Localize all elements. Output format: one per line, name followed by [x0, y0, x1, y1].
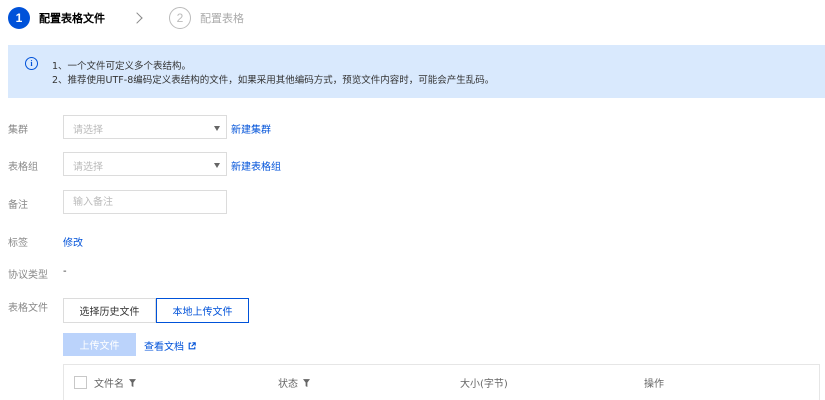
cluster-select-placeholder: 请选择: [73, 125, 103, 136]
column-filename: 文件名: [94, 375, 136, 390]
protocol-value: -: [63, 266, 67, 277]
remark-label: 备注: [8, 200, 28, 211]
protocol-label: 协议类型: [8, 270, 48, 281]
new-cluster-link[interactable]: 新建集群: [231, 121, 271, 136]
view-docs-link[interactable]: 查看文档: [144, 338, 196, 353]
file-table: 文件名 状态 大小(字节) 操作: [63, 364, 820, 400]
tab-local-upload[interactable]: 本地上传文件: [156, 298, 249, 323]
column-size-label: 大小(字节): [460, 379, 508, 390]
tags-label: 标签: [8, 238, 28, 249]
upload-file-button[interactable]: 上传文件: [63, 333, 136, 356]
step-2-number: 2: [169, 7, 191, 29]
select-all-checkbox[interactable]: [74, 376, 87, 389]
filter-icon[interactable]: [129, 378, 136, 387]
notice-line-2: 2、推荐使用UTF-8编码定义表结构的文件，如果采用其他编码方式，预览文件内容时…: [52, 75, 495, 86]
table-group-select[interactable]: 请选择: [63, 152, 227, 176]
remark-input[interactable]: [63, 190, 227, 214]
edit-tags-link[interactable]: 修改: [63, 234, 83, 249]
column-filename-label: 文件名: [94, 379, 124, 390]
caret-down-icon: [214, 126, 220, 131]
step-1: 1 配置表格文件: [8, 7, 105, 29]
table-group-label: 表格组: [8, 162, 38, 173]
cluster-label: 集群: [8, 125, 28, 136]
cluster-select[interactable]: 请选择: [63, 115, 227, 139]
new-table-group-link[interactable]: 新建表格组: [231, 158, 281, 173]
steps: 1 配置表格文件 2 配置表格: [8, 7, 244, 29]
column-actions-label: 操作: [644, 379, 664, 390]
column-size: 大小(字节): [460, 375, 508, 390]
notice-line-1: 1、一个文件可定义多个表结构。: [52, 61, 192, 72]
column-actions: 操作: [644, 375, 664, 390]
step-2: 2 配置表格: [169, 7, 244, 29]
column-status: 状态: [278, 375, 310, 390]
filter-icon[interactable]: [303, 378, 310, 387]
view-docs-label: 查看文档: [144, 342, 184, 353]
step-1-label: 配置表格文件: [39, 12, 105, 25]
caret-down-icon: [214, 163, 220, 168]
external-link-icon: [188, 341, 196, 349]
table-file-label: 表格文件: [8, 303, 48, 314]
info-icon: i: [25, 57, 38, 70]
chevron-right-icon: [131, 12, 143, 24]
table-group-select-placeholder: 请选择: [73, 162, 103, 173]
info-notice: i 1、一个文件可定义多个表结构。 2、推荐使用UTF-8编码定义表结构的文件，…: [8, 45, 825, 98]
tab-history-file[interactable]: 选择历史文件: [63, 298, 156, 323]
column-status-label: 状态: [278, 379, 298, 390]
step-1-number: 1: [8, 7, 30, 29]
step-2-label: 配置表格: [200, 12, 244, 25]
